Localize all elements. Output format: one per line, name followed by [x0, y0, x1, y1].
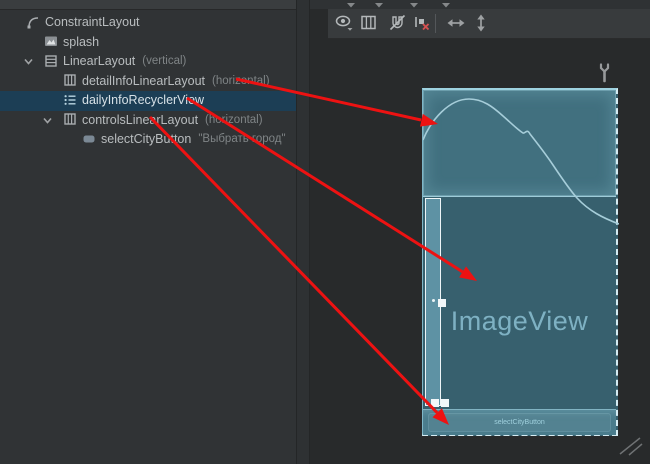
linear-layout-horizontal-icon: [63, 73, 77, 87]
tree-item-label: LinearLayout: [63, 54, 135, 68]
view-options-icon[interactable]: [334, 13, 354, 33]
tree-item-label: detailInfoLinearLayout: [82, 74, 205, 88]
panel-splitter[interactable]: [296, 0, 310, 464]
dropdown-caret-icon: [346, 2, 356, 8]
orientation-columns-icon[interactable]: [359, 13, 379, 33]
linear-layout-horizontal-icon: [63, 112, 77, 126]
expand-horizontal-icon[interactable]: [446, 13, 466, 33]
recycler-view-icon: [63, 93, 77, 107]
tree-item-constraint-layout[interactable]: ConstraintLayout: [0, 13, 296, 33]
tree-item-label: splash: [63, 35, 99, 49]
wrench-icon: [598, 63, 611, 88]
autoconnect-off-icon[interactable]: [388, 13, 408, 33]
tree-item-linear-layout[interactable]: LinearLayout (vertical): [0, 52, 296, 72]
tree-item-select-city-button[interactable]: selectCityButton "Выбрать город": [0, 130, 296, 150]
toolbar-separator: [435, 14, 436, 33]
expand-vertical-icon[interactable]: [471, 13, 491, 33]
tree-item-controls-linear-layout[interactable]: controlsLinearLayout (horizontal): [0, 111, 296, 131]
constraint-layout-icon: [26, 15, 40, 29]
dropdown-caret-icon: [409, 2, 419, 8]
dropdown-caret-icon: [441, 2, 451, 8]
design-toolbar: [328, 9, 650, 39]
tree-item-splash[interactable]: splash: [0, 33, 296, 53]
selection-handle-right[interactable]: [438, 299, 446, 307]
tree-item-meta: (vertical): [142, 55, 186, 67]
component-tree-panel: ConstraintLayout splash LinearLayout (ver…: [0, 0, 296, 464]
panel-header-strip: [0, 0, 296, 10]
selection-handle-bottom-right[interactable]: [441, 399, 449, 407]
anchor-dot: [432, 299, 435, 302]
button-icon: [82, 132, 96, 146]
top-toolbar-cutoff-strip: [310, 0, 650, 9]
clear-constraints-icon[interactable]: [412, 13, 432, 33]
select-city-button-preview[interactable]: selectCityButton: [428, 413, 611, 432]
chart-curve: [423, 90, 619, 230]
image-icon: [44, 34, 58, 48]
selection-handle-bottom-left[interactable]: [431, 399, 439, 407]
chevron-down-icon[interactable]: [22, 55, 35, 68]
tree-item-label: controlsLinearLayout: [82, 113, 198, 127]
tree-item-daily-info-recycler-view[interactable]: dailyInfoRecyclerView: [0, 91, 296, 111]
tree-item-meta: "Выбрать город": [198, 133, 285, 145]
chevron-down-icon[interactable]: [41, 114, 54, 127]
component-tree: ConstraintLayout splash LinearLayout (ver…: [0, 13, 296, 150]
phone-preview[interactable]: ImageView selectCityButton: [422, 88, 618, 436]
linear-layout-vertical-icon: [44, 54, 58, 68]
controls-bar[interactable]: selectCityButton: [423, 409, 616, 435]
tree-item-meta: (horizontal): [212, 75, 270, 87]
design-surface[interactable]: ImageView selectCityButton: [310, 0, 650, 464]
layout-editor-window: ConstraintLayout splash LinearLayout (ver…: [0, 0, 650, 464]
tree-item-meta: (horizontal): [205, 114, 263, 126]
tree-item-detail-info-linear-layout[interactable]: detailInfoLinearLayout (horizontal): [0, 72, 296, 92]
resize-grip-icon[interactable]: [616, 434, 646, 463]
tree-item-label: ConstraintLayout: [45, 15, 140, 29]
tree-item-label: dailyInfoRecyclerView: [82, 93, 204, 107]
imageview-placeholder-label[interactable]: ImageView: [423, 306, 616, 337]
tree-item-label: selectCityButton: [101, 132, 191, 146]
dropdown-caret-icon: [374, 2, 384, 8]
